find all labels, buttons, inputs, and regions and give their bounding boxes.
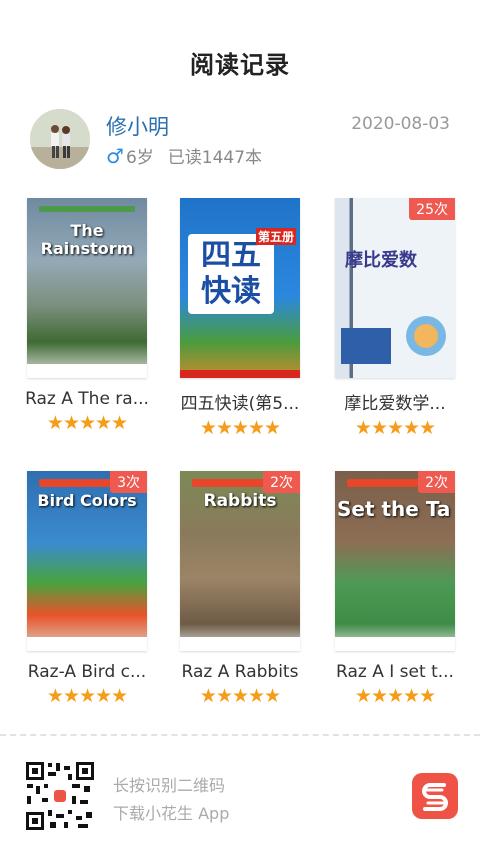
book-title: Raz A Rabbits	[181, 662, 299, 682]
star-rating: ★★★★★	[354, 685, 436, 707]
star-rating: ★★★★★	[354, 417, 436, 439]
app-logo	[412, 773, 458, 819]
qr-hint-line1: 长按识别二维码	[113, 776, 226, 795]
book-cover-title: The Rainstorm	[40, 221, 134, 258]
read-times-badge: 3次	[110, 471, 147, 493]
read-count: 已读1447本	[167, 148, 263, 168]
book-title: 摩比爱数学...	[344, 394, 446, 414]
book-cover[interactable]: Rabbits 2次	[180, 471, 300, 651]
book-card[interactable]: Set the Ta 2次 Raz A I set t... ★★★★★	[333, 471, 457, 707]
page-title: 阅读记录	[190, 51, 290, 79]
read-times-badge: 25次	[409, 198, 455, 220]
dashed-divider	[0, 734, 480, 736]
book-title: 四五快读(第5...	[180, 394, 300, 414]
qr-code[interactable]	[24, 760, 96, 832]
avatar-photo	[30, 109, 90, 169]
book-card[interactable]: 四五快读 第五册 四五快读(第5... ★★★★★	[178, 198, 302, 439]
book-cover-title: Rabbits	[203, 491, 277, 511]
user-name: 修小明	[106, 115, 169, 139]
read-times-badge: 2次	[418, 471, 455, 493]
record-date: 2020-08-03	[351, 114, 450, 134]
book-cover[interactable]: Set the Ta 2次	[335, 471, 455, 651]
qr-code-icon	[24, 760, 96, 832]
book-cover-art	[341, 316, 446, 364]
book-cover-title: 四五快读	[188, 234, 274, 314]
book-cover[interactable]: Bird Colors 3次	[27, 471, 147, 651]
star-rating: ★★★★★	[199, 417, 281, 439]
book-cover-title: Bird Colors	[37, 491, 137, 510]
user-meta: ♂ 6岁 已读1447本	[106, 143, 262, 168]
app-logo-icon	[422, 783, 448, 811]
book-card[interactable]: The Rainstorm Raz A The ra... ★★★★★	[25, 198, 149, 434]
book-title: Raz-A Bird c...	[27, 662, 147, 682]
qr-hint-line2: 下载小花生 App	[113, 804, 230, 823]
star-rating: ★★★★★	[46, 412, 128, 434]
book-card[interactable]: 摩比爱数 25次 摩比爱数学... ★★★★★	[333, 198, 457, 439]
book-cover-title: 摩比爱数	[345, 250, 417, 271]
book-cover-subtitle: 第五册	[256, 228, 296, 245]
avatar[interactable]	[30, 109, 90, 169]
male-icon: ♂	[106, 144, 124, 168]
user-age: 6岁	[125, 148, 154, 168]
star-rating: ★★★★★	[46, 685, 128, 707]
book-cover[interactable]: 四五快读 第五册	[180, 198, 300, 378]
book-card[interactable]: Bird Colors 3次 Raz-A Bird c... ★★★★★	[25, 471, 149, 707]
read-times-badge: 2次	[263, 471, 300, 493]
book-title: Raz A I set t...	[336, 662, 454, 682]
book-cover[interactable]: The Rainstorm	[27, 198, 147, 378]
book-title: Raz A The ra...	[25, 389, 149, 409]
book-card[interactable]: Rabbits 2次 Raz A Rabbits ★★★★★	[178, 471, 302, 707]
book-cover[interactable]: 摩比爱数 25次	[335, 198, 455, 378]
star-rating: ★★★★★	[199, 685, 281, 707]
book-cover-title: Set the Ta	[337, 497, 451, 521]
